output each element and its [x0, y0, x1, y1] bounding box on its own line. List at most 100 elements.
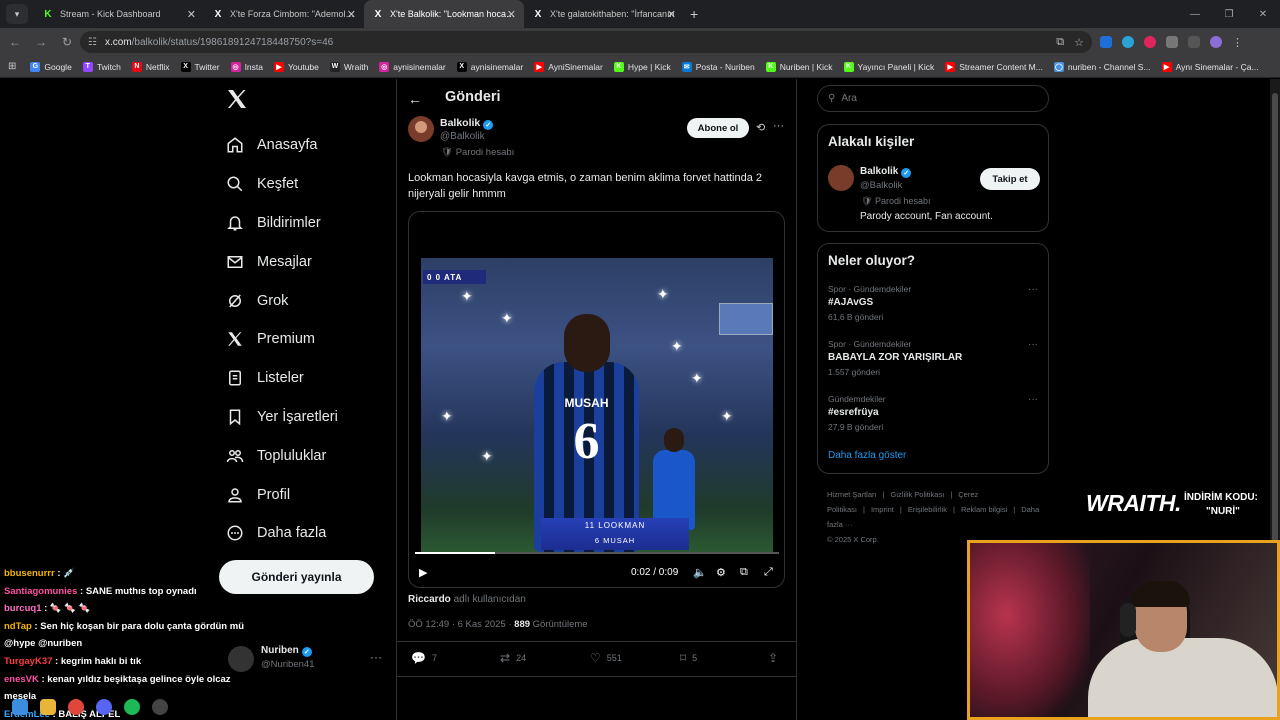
profile-avatar-icon[interactable] — [1210, 36, 1222, 48]
nav-item-list[interactable]: Listeler — [225, 359, 405, 398]
spotify-icon[interactable] — [124, 699, 140, 715]
tab-close-icon[interactable]: ✕ — [507, 8, 516, 21]
trend-more-icon[interactable]: ··· — [1028, 394, 1038, 405]
fullscreen-icon[interactable]: ⤢ — [764, 566, 773, 579]
volume-icon[interactable]: 🔈 — [693, 566, 707, 579]
nav-item-grok[interactable]: Grok — [225, 281, 405, 320]
windows-start-icon[interactable] — [12, 699, 28, 715]
account-more-icon[interactable]: ··· — [370, 650, 382, 664]
author-name[interactable]: Balkolik ✓ — [440, 117, 494, 130]
settings-gear-icon[interactable]: ⚙ — [716, 566, 726, 579]
nav-item-search[interactable]: Keşfet — [225, 165, 405, 204]
footer-link[interactable]: Erişilebilirlik — [908, 505, 947, 514]
bookmark-item[interactable]: G Google — [30, 61, 72, 72]
extension-globe-icon[interactable] — [1122, 36, 1134, 48]
repost-button[interactable]: ⇄ 24 — [500, 651, 526, 665]
browser-tab[interactable]: X X'te Forza Cimbom: "Ademola Lookman✕ — [204, 0, 364, 28]
extension-red-icon[interactable] — [1144, 36, 1156, 48]
apps-grid-icon[interactable]: ⊞ — [8, 61, 16, 72]
back-icon[interactable]: ← — [4, 35, 26, 49]
nav-item-bookmark[interactable]: Yer İşaretleri — [225, 398, 405, 437]
bookmark-item[interactable]: N Netflix — [131, 61, 170, 72]
forward-icon[interactable]: → — [30, 35, 52, 49]
footer-link[interactable]: Gizlilik Politikası — [891, 490, 945, 499]
nav-item-mail[interactable]: Mesajlar — [225, 242, 405, 281]
x-logo-icon[interactable] — [225, 87, 249, 111]
person-handle[interactable]: @Balkolik — [860, 180, 902, 191]
grok-icon[interactable]: ⟲ — [756, 121, 765, 134]
reload-icon[interactable]: ↻ — [56, 35, 78, 49]
video-frame[interactable]: 0 0 ATA ✦ ✦ ✦ ✦ ✦ ✦ ✦ ✦ MUSAH 6 11 LOOKM… — [421, 258, 773, 554]
extensions-puzzle-icon[interactable] — [1166, 36, 1178, 48]
bookmark-item[interactable]: W Wraith — [329, 61, 368, 72]
nav-item-more[interactable]: Daha fazla — [225, 514, 405, 553]
bookmark-item[interactable]: K Hype | Kick — [613, 61, 671, 72]
video-source[interactable]: Riccardo adlı kullanıcıdan — [408, 594, 526, 605]
bookmark-item[interactable]: ◎ aynisinemalar — [379, 61, 446, 72]
person-name[interactable]: Balkolik ✓ — [860, 166, 912, 178]
browser-menu-icon[interactable]: ⋮ — [1232, 36, 1243, 49]
trend-item[interactable]: Spor · Gündemdekiler #AJAvGS 61,6 B gönder… — [828, 284, 1038, 322]
trend-more-icon[interactable]: ··· — [1028, 284, 1038, 295]
discord-icon[interactable] — [96, 699, 112, 715]
minimize-icon[interactable]: — — [1178, 9, 1212, 20]
browser-tab[interactable]: X X'te galatokithaben: "İrfancanın ✕ — [524, 0, 684, 28]
nav-item-home[interactable]: Anasayfa — [225, 126, 405, 165]
video-progress[interactable] — [415, 552, 779, 554]
trend-item[interactable]: Gündemdekiler #esrefrüya 27,9 B gönderi ··· — [828, 394, 1038, 432]
person-avatar[interactable] — [828, 165, 854, 191]
install-app-icon[interactable]: ⧉ — [1056, 36, 1064, 49]
bookmark-star-icon[interactable]: ☆ — [1074, 36, 1084, 49]
nav-item-people[interactable]: Topluluklar — [225, 436, 405, 475]
subscribe-button[interactable]: Abone ol — [687, 118, 749, 138]
nav-item-person[interactable]: Profil — [225, 475, 405, 514]
nav-item-x[interactable]: Premium — [225, 320, 405, 359]
restore-icon[interactable]: ❐ — [1212, 9, 1246, 20]
new-tab-button[interactable]: + — [690, 6, 698, 22]
chrome-icon[interactable] — [68, 699, 84, 715]
trend-item[interactable]: Spor · Gündemdekiler BABAYLA ZOR YARIŞIRL… — [828, 339, 1038, 377]
bookmark-item[interactable]: ▶ Aynı Sinemalar - Ça... — [1161, 61, 1259, 72]
bookmark-item[interactable]: T Twitch — [82, 61, 121, 72]
close-window-icon[interactable]: ✕ — [1246, 9, 1280, 20]
browser-tab[interactable]: X X'te Balkolik: "Lookman hocasiyla ✕ — [364, 0, 524, 28]
footer-link[interactable]: Imprint — [871, 505, 894, 514]
tab-close-icon[interactable]: ✕ — [187, 8, 196, 21]
bookmark-item[interactable]: ▶ Streamer Content M... — [945, 61, 1043, 72]
author-avatar[interactable] — [408, 116, 434, 142]
footer-link[interactable]: Hizmet Şartları — [827, 490, 877, 499]
browser-tab[interactable]: K Stream - Kick Dashboard ✕ — [34, 0, 204, 28]
play-icon[interactable]: ▶ — [419, 566, 427, 579]
follow-button[interactable]: Takip et — [980, 168, 1040, 190]
obs-icon[interactable] — [152, 699, 168, 715]
tab-close-icon[interactable]: ✕ — [347, 8, 356, 21]
nav-item-bell[interactable]: Bildirimler — [225, 204, 405, 243]
media-icon[interactable] — [1188, 36, 1200, 48]
picture-in-picture-icon[interactable]: ⧉ — [740, 566, 748, 579]
share-button[interactable]: ⇪ — [768, 651, 784, 665]
bookmark-item[interactable]: Xaynisinemalar — [456, 61, 523, 72]
bookmark-item[interactable]: K Yayıncı Paneli | Kick — [843, 61, 934, 72]
video-player[interactable]: 0 0 ATA ✦ ✦ ✦ ✦ ✦ ✦ ✦ ✦ MUSAH 6 11 LOOKM… — [408, 211, 785, 588]
back-arrow-icon[interactable]: ← — [408, 91, 422, 107]
bookmark-item[interactable]: ◯ nuriben - Channel S... — [1053, 61, 1151, 72]
bookmark-item[interactable]: X Twitter — [180, 61, 220, 72]
bookmark-item[interactable]: ✉ Posta - Nuriben — [681, 61, 755, 72]
file-explorer-icon[interactable] — [40, 699, 56, 715]
bookmark-item[interactable]: ▶ Youtube — [274, 61, 319, 72]
bookmark-item[interactable]: ◎ Insta — [230, 61, 263, 72]
show-more-link[interactable]: Daha fazla göster — [828, 450, 906, 461]
reply-button[interactable]: 💬 7 — [411, 651, 437, 665]
site-info-icon[interactable]: ☷ — [88, 37, 97, 48]
bookmark-button[interactable]: ⌑ 5 — [680, 651, 697, 665]
extension-shield-icon[interactable] — [1100, 36, 1112, 48]
trend-more-icon[interactable]: ··· — [1028, 339, 1038, 350]
post-more-icon[interactable]: ··· — [773, 120, 784, 132]
url-bar[interactable]: ☷ x.com/balkolik/status/1986189124718448… — [80, 31, 1092, 53]
footer-link[interactable]: Reklam bilgisi — [961, 505, 1007, 514]
tab-search-button[interactable]: ▾ — [6, 4, 28, 24]
search-input[interactable]: ⚲ Ara — [817, 85, 1049, 112]
bookmark-item[interactable]: K Nuriben | Kick — [765, 61, 833, 72]
tab-close-icon[interactable]: ✕ — [667, 8, 676, 21]
bookmark-item[interactable]: ▶ AyniSinemalar — [534, 61, 603, 72]
